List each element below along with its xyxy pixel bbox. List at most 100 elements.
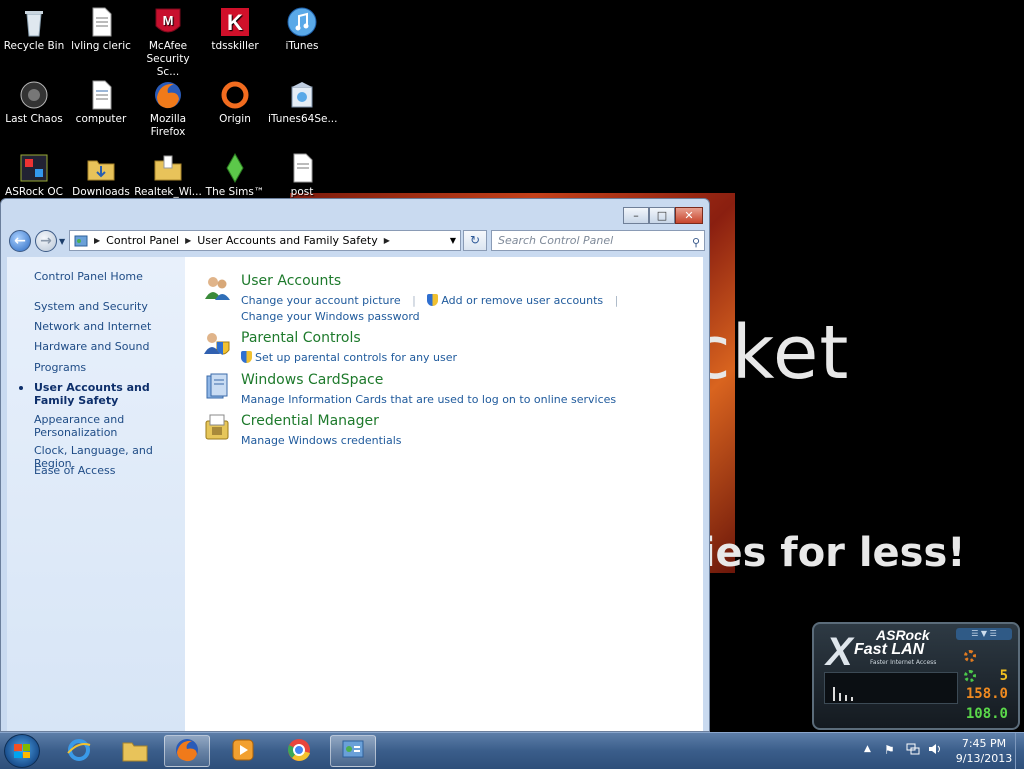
content-area: Control Panel Home System and Security N…	[7, 257, 703, 731]
recent-pages-chevron-icon[interactable]: ▼	[59, 237, 65, 246]
left-pane-hardware-and-sound[interactable]: Hardware and Sound	[34, 340, 174, 353]
breadcrumb-chevron-icon[interactable]: ▶	[185, 236, 191, 245]
action-center-flag-icon[interactable]: ⚑	[884, 743, 895, 757]
user-accounts-title[interactable]: User Accounts	[241, 273, 341, 289]
desktop-icon-recycle-bin[interactable]: Recycle Bin	[0, 6, 68, 53]
clock-time: 7:45 PM	[961, 737, 1007, 750]
gadget-tagline: Faster Internet Access	[870, 659, 937, 666]
clock-date: 9/13/2013	[955, 752, 1013, 765]
add-remove-user-accounts-link[interactable]: Add or remove user accounts	[441, 294, 603, 307]
gadget-value-1: 5	[999, 668, 1008, 684]
parental-controls-links-row: Set up parental controls for any user	[241, 351, 457, 364]
credential-manager-title[interactable]: Credential Manager	[241, 413, 379, 429]
control-panel-icon	[74, 234, 88, 248]
desktop-icon-asrock-oc[interactable]: ASRock OC	[0, 152, 68, 199]
maximize-button[interactable]: □	[649, 207, 675, 224]
media-player-icon	[230, 737, 256, 766]
asrock-oc-icon	[18, 152, 50, 184]
manage-windows-credentials-link[interactable]: Manage Windows credentials	[241, 434, 402, 447]
search-input[interactable]: Search Control Panel ⚲	[491, 230, 705, 251]
gadget-value-3: 108.0	[965, 706, 1008, 722]
search-icon[interactable]: ⚲	[692, 233, 700, 252]
maximize-icon: □	[656, 209, 668, 222]
credential-manager-icon	[203, 413, 231, 441]
windows-cardspace-title[interactable]: Windows CardSpace	[241, 372, 383, 388]
left-pane-ease-of-access[interactable]: Ease of Access	[34, 464, 174, 477]
navigation-bar: ← → ▼ ▶ Control Panel ▶ User Accounts an…	[7, 229, 705, 255]
desktop-icon-last-chaos[interactable]: Last Chaos	[0, 79, 68, 126]
close-button[interactable]: ✕	[675, 207, 703, 224]
user-accounts-links-row: Change your account picture | Add or rem…	[241, 294, 626, 307]
gadget-product: Fast LAN	[854, 641, 925, 658]
traffic-graph	[824, 672, 958, 704]
volume-icon[interactable]	[928, 742, 942, 756]
change-account-picture-link[interactable]: Change your account picture	[241, 294, 401, 307]
left-pane-home-link[interactable]: Control Panel Home	[34, 270, 174, 283]
uac-shield-icon	[241, 351, 252, 363]
control-panel-window[interactable]: – □ ✕ ← → ▼ ▶ Control Panel ▶ User Accou…	[0, 198, 710, 732]
taskbar-control-panel[interactable]	[330, 735, 376, 767]
desktop-icon-downloads[interactable]: Downloads	[67, 152, 135, 199]
left-pane-user-accounts-and-family-safety[interactable]: User Accounts and Family Safety	[34, 381, 174, 407]
taskbar-media-player[interactable]	[220, 735, 266, 767]
manage-information-cards-link[interactable]: Manage Information Cards that are used t…	[241, 393, 616, 406]
title-bar[interactable]: – □ ✕	[1, 199, 709, 229]
desktop-icon-itunes[interactable]: iTunes	[268, 6, 336, 53]
wallpaper-text: cket	[690, 310, 850, 396]
network-icon[interactable]	[906, 742, 920, 756]
link-separator: |	[614, 294, 619, 307]
left-pane-appearance-and-personalization[interactable]: Appearance and Personalization	[34, 413, 174, 439]
breadcrumb-chevron-icon[interactable]: ▶	[94, 236, 100, 245]
parental-controls-title[interactable]: Parental Controls	[241, 330, 361, 346]
internet-explorer-icon	[66, 737, 92, 766]
close-icon: ✕	[684, 209, 694, 222]
gadget-value-2: 158.0	[965, 686, 1008, 702]
xfast-x-logo-icon: X	[826, 630, 853, 674]
game-icon	[18, 79, 50, 111]
left-pane-programs[interactable]: Programs	[34, 361, 174, 374]
start-button[interactable]	[4, 734, 40, 768]
address-bar[interactable]: ▶ Control Panel ▶ User Accounts and Fami…	[69, 230, 461, 251]
firefox-icon	[174, 737, 200, 766]
show-desktop-button[interactable]	[1015, 733, 1024, 769]
show-hidden-icons-button[interactable]: ▲	[864, 744, 871, 754]
taskbar-internet-explorer[interactable]	[56, 735, 102, 767]
taskbar-firefox[interactable]	[164, 735, 210, 767]
taskbar-chrome[interactable]	[276, 735, 322, 767]
desktop-icon-tdsskiller[interactable]: K tdsskiller	[201, 6, 269, 53]
arrow-right-icon: →	[40, 233, 52, 249]
minimize-button[interactable]: –	[623, 207, 649, 224]
back-button[interactable]: ←	[9, 230, 31, 252]
desktop-icon-origin[interactable]: Origin	[201, 79, 269, 126]
text-file-icon	[85, 6, 117, 38]
left-pane-system-and-security[interactable]: System and Security	[34, 300, 174, 313]
desktop-icon-realtek[interactable]: Realtek_Wi...	[134, 152, 202, 199]
desktop-icon-mcafee[interactable]: M McAfee Security Sc...	[134, 6, 202, 79]
gadget-menu-icon[interactable]: ☰ ▼ ☰	[956, 628, 1012, 640]
address-dropdown-icon[interactable]: ▼	[450, 236, 456, 245]
system-clock[interactable]: 7:45 PM 9/13/2013	[954, 736, 1014, 766]
setup-parental-controls-link[interactable]: Set up parental controls for any user	[255, 351, 457, 364]
refresh-icon: ↻	[469, 233, 481, 247]
desktop-icon-post[interactable]: post	[268, 152, 336, 199]
asrock-xfast-lan-gadget[interactable]: X ASRock Fast LAN Faster Internet Access…	[812, 622, 1020, 730]
desktop-icon-firefox[interactable]: Mozilla Firefox	[134, 79, 202, 139]
sims-icon	[219, 152, 251, 184]
chrome-icon	[286, 737, 312, 766]
svg-text:K: K	[227, 10, 243, 35]
taskbar-windows-explorer[interactable]	[112, 735, 158, 767]
change-windows-password-link[interactable]: Change your Windows password	[241, 310, 420, 323]
desktop-icon-computer[interactable]: computer	[67, 79, 135, 126]
forward-button[interactable]: →	[35, 230, 57, 252]
desktop-icon-lvling-cleric[interactable]: lvling cleric	[67, 6, 135, 53]
uac-shield-icon	[427, 294, 439, 306]
refresh-button[interactable]: ↻	[463, 230, 487, 251]
left-pane-network-and-internet[interactable]: Network and Internet	[34, 320, 174, 333]
wallpaper-text: ries for less!	[682, 530, 966, 576]
origin-icon	[219, 79, 251, 111]
text-file-icon	[85, 79, 117, 111]
breadcrumb-user-accounts[interactable]: User Accounts and Family Safety	[197, 234, 377, 247]
breadcrumb-control-panel[interactable]: Control Panel	[106, 234, 179, 247]
desktop-icon-itunes-setup[interactable]: iTunes64Se...	[268, 79, 337, 126]
breadcrumb-chevron-icon[interactable]: ▶	[384, 236, 390, 245]
